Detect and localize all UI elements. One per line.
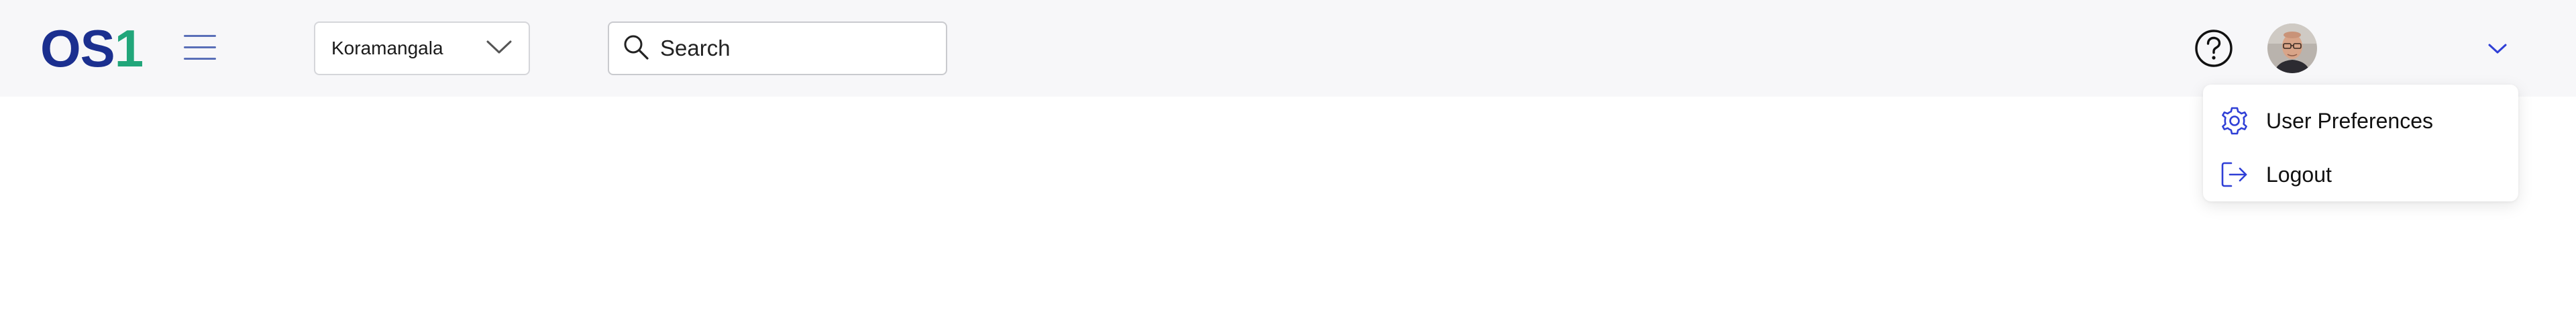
user-name — [2329, 38, 2477, 58]
os1-logo[interactable]: OS 1 — [40, 19, 144, 78]
location-select[interactable]: Koramangala — [314, 21, 530, 75]
hamburger-menu-icon[interactable] — [182, 34, 217, 62]
search-icon — [623, 34, 649, 64]
menu-item-logout[interactable]: Logout — [2203, 148, 2518, 201]
menu-item-label: Logout — [2266, 162, 2332, 187]
gear-icon — [2219, 105, 2250, 136]
avatar — [2267, 23, 2317, 73]
menu-item-user-preferences[interactable]: User Preferences — [2203, 94, 2518, 148]
menu-item-label: User Preferences — [2266, 108, 2433, 133]
logo-text-os: OS — [40, 19, 115, 78]
location-select-value: Koramangala — [331, 38, 443, 58]
help-icon[interactable] — [2194, 28, 2234, 68]
logo-text-1: 1 — [114, 19, 144, 78]
search-field[interactable] — [608, 21, 947, 75]
top-navigation-bar: OS 1 Koramangala — [0, 0, 2576, 97]
user-menu-dropdown: User Preferences Logout — [2203, 85, 2518, 201]
user-menu-trigger[interactable] — [2267, 23, 2509, 74]
search-input[interactable] — [659, 35, 927, 62]
chevron-down-icon — [486, 39, 513, 58]
logout-icon — [2219, 159, 2250, 190]
chevron-down-icon — [2486, 40, 2509, 56]
